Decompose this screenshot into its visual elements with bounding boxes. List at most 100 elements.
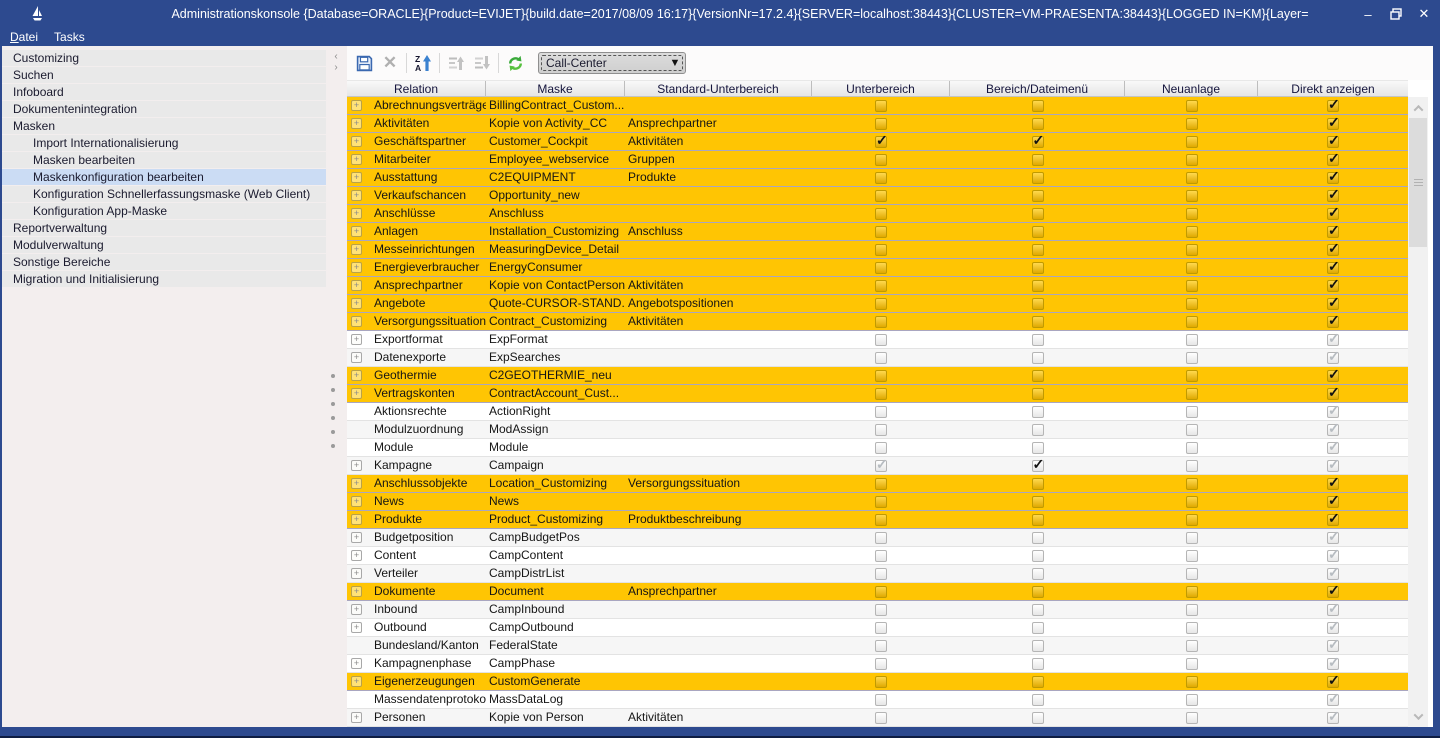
sidebar-item-customizing[interactable]: Customizing: [2, 50, 326, 66]
table-row[interactable]: +EigenerzeugungenCustomGenerate✓: [347, 673, 1408, 691]
table-row[interactable]: +AnsprechpartnerKopie von ContactPersonA…: [347, 277, 1408, 295]
table-row[interactable]: +AngeboteQuote-CURSOR-STAND...Angebotspo…: [347, 295, 1408, 313]
checkbox-neuanlage[interactable]: [1186, 226, 1198, 238]
checkbox-unterbereich[interactable]: [875, 370, 887, 382]
expand-icon[interactable]: +: [351, 622, 362, 633]
checkbox-bereich-dateimenü[interactable]: [1032, 676, 1044, 688]
column-header-unterbereich[interactable]: Unterbereich: [812, 81, 950, 96]
expand-icon[interactable]: +: [351, 370, 362, 381]
checkbox-direkt-anzeigen[interactable]: ✓: [1327, 370, 1339, 382]
checkbox-unterbereich[interactable]: [875, 478, 887, 490]
sidebar-item-masken[interactable]: Masken: [2, 118, 326, 134]
checkbox-unterbereich[interactable]: [875, 496, 887, 508]
checkbox-bereich-dateimenü[interactable]: [1032, 622, 1044, 634]
expand-icon[interactable]: +: [351, 586, 362, 597]
expand-icon[interactable]: +: [351, 172, 362, 183]
column-header-maske[interactable]: Maske: [486, 81, 625, 96]
expand-icon[interactable]: +: [351, 604, 362, 615]
checkbox-bereich-dateimenü[interactable]: [1032, 568, 1044, 580]
table-row[interactable]: +KampagneCampaign✓✓✓: [347, 457, 1408, 475]
checkbox-direkt-anzeigen[interactable]: ✓: [1327, 208, 1339, 220]
column-header-standard-unterbereich[interactable]: Standard-Unterbereich: [625, 81, 812, 96]
checkbox-direkt-anzeigen[interactable]: ✓: [1327, 676, 1339, 688]
checkbox-direkt-anzeigen[interactable]: ✓: [1327, 694, 1339, 706]
expand-icon[interactable]: +: [351, 460, 362, 471]
checkbox-neuanlage[interactable]: [1186, 154, 1198, 166]
checkbox-direkt-anzeigen[interactable]: ✓: [1327, 388, 1339, 400]
expand-icon[interactable]: +: [351, 352, 362, 363]
checkbox-direkt-anzeigen[interactable]: ✓: [1327, 334, 1339, 346]
checkbox-direkt-anzeigen[interactable]: ✓: [1327, 496, 1339, 508]
checkbox-unterbereich[interactable]: [875, 208, 887, 220]
checkbox-direkt-anzeigen[interactable]: ✓: [1327, 658, 1339, 670]
table-row[interactable]: +EnergieverbraucherEnergyConsumer✓: [347, 259, 1408, 277]
expand-icon[interactable]: +: [351, 316, 362, 327]
scrollbar-thumb[interactable]: [1409, 118, 1427, 247]
checkbox-direkt-anzeigen[interactable]: ✓: [1327, 316, 1339, 328]
checkbox-bereich-dateimenü[interactable]: [1032, 640, 1044, 652]
checkbox-bereich-dateimenü[interactable]: [1032, 694, 1044, 706]
checkbox-direkt-anzeigen[interactable]: ✓: [1327, 424, 1339, 436]
checkbox-direkt-anzeigen[interactable]: ✓: [1327, 640, 1339, 652]
sidebar-item-import-internationalisierung[interactable]: Import Internationalisierung: [2, 135, 326, 151]
checkbox-bereich-dateimenü[interactable]: [1032, 604, 1044, 616]
checkbox-direkt-anzeigen[interactable]: ✓: [1327, 100, 1339, 112]
sidebar-item-sonstige-bereiche[interactable]: Sonstige Bereiche: [2, 254, 326, 270]
table-row[interactable]: +ExportformatExpFormat✓: [347, 331, 1408, 349]
checkbox-neuanlage[interactable]: [1186, 334, 1198, 346]
table-row[interactable]: +GeschäftspartnerCustomer_CockpitAktivit…: [347, 133, 1408, 151]
checkbox-unterbereich[interactable]: [875, 280, 887, 292]
checkbox-neuanlage[interactable]: [1186, 460, 1198, 472]
checkbox-unterbereich[interactable]: [875, 316, 887, 328]
checkbox-bereich-dateimenü[interactable]: [1032, 334, 1044, 346]
table-row[interactable]: +PersonenKopie von PersonAktivitäten✓: [347, 709, 1408, 727]
checkbox-direkt-anzeigen[interactable]: ✓: [1327, 568, 1339, 580]
checkbox-direkt-anzeigen[interactable]: ✓: [1327, 586, 1339, 598]
table-row[interactable]: +AnschlüsseAnschluss✓: [347, 205, 1408, 223]
checkbox-neuanlage[interactable]: [1186, 424, 1198, 436]
delete-icon[interactable]: ✕: [377, 50, 403, 76]
checkbox-bereich-dateimenü[interactable]: [1032, 244, 1044, 256]
table-row[interactable]: +ContentCampContent✓: [347, 547, 1408, 565]
table-row[interactable]: +DatenexporteExpSearches✓: [347, 349, 1408, 367]
checkbox-neuanlage[interactable]: [1186, 622, 1198, 634]
checkbox-unterbereich[interactable]: [875, 262, 887, 274]
checkbox-direkt-anzeigen[interactable]: ✓: [1327, 118, 1339, 130]
checkbox-unterbereich[interactable]: [875, 694, 887, 706]
sidebar-item-modulverwaltung[interactable]: Modulverwaltung: [2, 237, 326, 253]
expand-icon[interactable]: +: [351, 532, 362, 543]
checkbox-unterbereich[interactable]: [875, 604, 887, 616]
checkbox-unterbereich[interactable]: [875, 712, 887, 724]
checkbox-neuanlage[interactable]: [1186, 676, 1198, 688]
checkbox-direkt-anzeigen[interactable]: ✓: [1327, 280, 1339, 292]
checkbox-unterbereich[interactable]: [875, 406, 887, 418]
checkbox-bereich-dateimenü[interactable]: [1032, 586, 1044, 598]
checkbox-direkt-anzeigen[interactable]: ✓: [1327, 478, 1339, 490]
checkbox-direkt-anzeigen[interactable]: ✓: [1327, 190, 1339, 202]
checkbox-bereich-dateimenü[interactable]: [1032, 514, 1044, 526]
checkbox-unterbereich[interactable]: [875, 622, 887, 634]
expand-icon[interactable]: +: [351, 226, 362, 237]
save-icon[interactable]: [351, 50, 377, 76]
checkbox-unterbereich[interactable]: [875, 244, 887, 256]
checkbox-bereich-dateimenü[interactable]: [1032, 532, 1044, 544]
menu-tasks[interactable]: Tasks: [54, 30, 85, 44]
sidebar-item-konfiguration-schnellerfassungsmaske-web-client[interactable]: Konfiguration Schnellerfassungsmaske (We…: [2, 186, 326, 202]
checkbox-neuanlage[interactable]: [1186, 190, 1198, 202]
checkbox-bereich-dateimenü[interactable]: [1032, 388, 1044, 400]
table-row[interactable]: +OutboundCampOutbound✓: [347, 619, 1408, 637]
move-down-icon[interactable]: [469, 50, 495, 76]
expand-icon[interactable]: +: [351, 568, 362, 579]
minimize-button[interactable]: –: [1360, 6, 1376, 22]
checkbox-direkt-anzeigen[interactable]: ✓: [1327, 352, 1339, 364]
checkbox-neuanlage[interactable]: [1186, 604, 1198, 616]
checkbox-neuanlage[interactable]: [1186, 496, 1198, 508]
table-row[interactable]: +InboundCampInbound✓: [347, 601, 1408, 619]
checkbox-bereich-dateimenü[interactable]: [1032, 496, 1044, 508]
checkbox-neuanlage[interactable]: [1186, 406, 1198, 418]
checkbox-unterbereich[interactable]: ✓: [875, 136, 887, 148]
checkbox-direkt-anzeigen[interactable]: ✓: [1327, 226, 1339, 238]
checkbox-bereich-dateimenü[interactable]: [1032, 298, 1044, 310]
checkbox-unterbereich[interactable]: [875, 226, 887, 238]
close-button[interactable]: ✕: [1416, 6, 1432, 22]
